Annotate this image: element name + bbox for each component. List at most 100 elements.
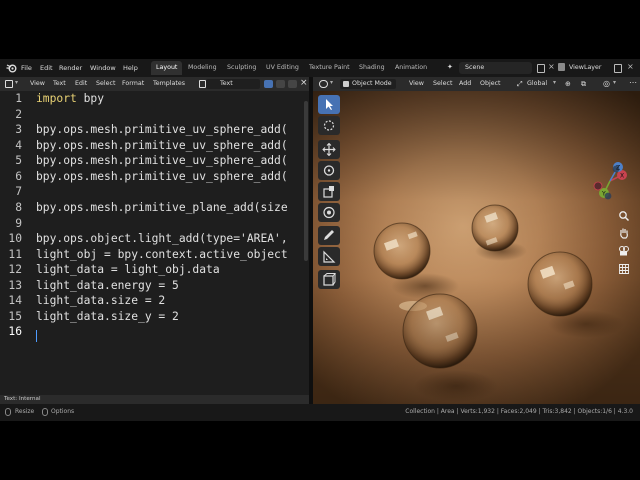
line-number: 3 xyxy=(15,123,22,136)
line-number: 11 xyxy=(8,248,22,261)
code-line[interactable]: light_data.size_y = 2 xyxy=(36,310,179,323)
mode-selector[interactable]: Object Mode xyxy=(340,79,396,89)
3d-viewport[interactable]: X Z Y xyxy=(313,91,640,404)
view-layer-selector[interactable]: ViewLayer xyxy=(567,62,609,74)
snap-icon[interactable]: ⧉ xyxy=(581,80,586,89)
tab-shading[interactable]: Shading xyxy=(354,61,390,75)
vertical-scrollbar[interactable] xyxy=(304,101,308,261)
line-number: 5 xyxy=(15,154,22,167)
pan-hand-icon xyxy=(620,228,628,239)
footer-text-status: Text: Internal xyxy=(4,396,41,402)
menu-file[interactable]: File xyxy=(21,64,32,72)
add-cube-tool-button[interactable] xyxy=(318,270,340,289)
measure-tool-button[interactable] xyxy=(318,247,340,266)
menu-templates[interactable]: Templates xyxy=(153,80,185,87)
viewport-menu-object[interactable]: Object xyxy=(480,80,501,87)
transform-orientation[interactable]: Global xyxy=(527,80,547,87)
text-name-field[interactable]: Text xyxy=(206,79,260,89)
blender-logo-icon[interactable] xyxy=(6,63,17,73)
new-text-icon[interactable] xyxy=(276,80,285,88)
menu-text-edit[interactable]: Edit xyxy=(75,80,87,87)
annotate-tool-button[interactable] xyxy=(318,226,340,245)
viewport-editor-chevron-icon[interactable]: ▾ xyxy=(330,79,333,86)
tab-modeling[interactable]: Modeling xyxy=(183,61,222,75)
code-text: light_data.size_y = 2 xyxy=(36,310,179,323)
code-line[interactable]: bpy.ops.object.light_add(type='AREA', xyxy=(36,232,288,245)
menu-window[interactable]: Window xyxy=(90,64,116,72)
mode-label: Object Mode xyxy=(352,80,392,87)
scene-selector[interactable]: Scene xyxy=(459,62,532,74)
code-line[interactable]: light_obj = bpy.context.active_object xyxy=(36,248,288,261)
viewport-menu-select[interactable]: Select xyxy=(433,80,452,87)
viewport-menu-add[interactable]: Add xyxy=(459,80,471,87)
code-line[interactable]: light_data.size = 2 xyxy=(36,294,165,307)
unlink-close-icon[interactable]: × xyxy=(300,78,308,88)
scene-copy-icon[interactable] xyxy=(537,64,545,73)
menu-format[interactable]: Format xyxy=(122,80,144,87)
menu-edit[interactable]: Edit xyxy=(40,64,53,72)
tab-texture-paint[interactable]: Texture Paint xyxy=(304,61,355,75)
menu-text[interactable]: Text xyxy=(53,80,66,87)
3d-cursor-icon xyxy=(323,120,335,131)
scene-close-icon[interactable]: × xyxy=(548,62,555,71)
pivot-icon[interactable]: ⊕ xyxy=(565,80,571,88)
code-text: bpy.ops.mesh.primitive_uv_sphere_add( xyxy=(36,154,288,167)
line-number: 6 xyxy=(15,170,22,183)
menu-select[interactable]: Select xyxy=(96,80,115,87)
open-folder-icon[interactable] xyxy=(288,80,297,88)
tab-animation[interactable]: Animation xyxy=(390,61,432,75)
line-number: 10 xyxy=(8,232,22,245)
view-layer-close-icon[interactable]: × xyxy=(627,62,634,71)
code-line[interactable]: bpy.ops.mesh.primitive_plane_add(size xyxy=(36,201,288,214)
transform-tool-button[interactable] xyxy=(318,203,340,222)
code-line[interactable]: light_data.energy = 5 xyxy=(36,279,179,292)
cursor-tool-button[interactable] xyxy=(318,116,340,135)
navigation-gizmo[interactable]: X Z Y xyxy=(588,159,638,209)
code-line[interactable]: bpy.ops.mesh.primitive_uv_sphere_add( xyxy=(36,139,288,152)
viewport-editor-type-icon[interactable] xyxy=(319,80,328,88)
header-overflow-icon[interactable]: ⋯ xyxy=(629,78,637,87)
proportional-chevron-icon[interactable]: ▾ xyxy=(613,79,616,86)
tab-layout[interactable]: Layout xyxy=(151,61,183,75)
proportional-edit-icon[interactable]: ◎ xyxy=(603,79,610,88)
pan-button[interactable] xyxy=(618,224,638,239)
orientation-chevron-icon[interactable]: ▾ xyxy=(553,79,556,86)
view-layer-icon[interactable] xyxy=(558,63,565,71)
text-editor-header: ▾ View Text Edit Select Format Templates… xyxy=(0,77,311,91)
gizmo-z-label: Z xyxy=(616,165,620,172)
menu-help[interactable]: Help xyxy=(123,64,138,72)
camera-icon xyxy=(619,246,629,256)
text-editor-area[interactable]: 1 2 3 4 5 6 7 8 9 10 11 12 13 14 15 16 i… xyxy=(0,91,309,395)
menu-render[interactable]: Render xyxy=(59,64,82,72)
select-tool-button[interactable] xyxy=(318,95,340,114)
viewport-menu-view[interactable]: View xyxy=(409,80,424,87)
code-line[interactable]: bpy.ops.mesh.primitive_uv_sphere_add( xyxy=(36,170,288,183)
zoom-button[interactable] xyxy=(618,207,638,222)
code-line[interactable]: import bpy xyxy=(36,92,104,105)
perspective-toggle-button[interactable] xyxy=(618,260,638,274)
rotate-tool-button[interactable] xyxy=(318,161,340,180)
tab-uv-editing[interactable]: UV Editing xyxy=(261,61,304,75)
text-datablock-icon[interactable] xyxy=(199,80,206,88)
scene-browse-icon[interactable]: ✦ xyxy=(447,63,453,71)
code-keyword: import xyxy=(36,92,77,105)
code-text: bpy.ops.mesh.primitive_uv_sphere_add( xyxy=(36,139,288,152)
orientation-icon[interactable]: ⤢ xyxy=(517,80,523,89)
top-menubar: File Edit Render Window Help Layout Mode… xyxy=(0,59,640,77)
move-tool-button[interactable] xyxy=(318,140,340,159)
fake-user-shield-icon[interactable] xyxy=(264,80,273,88)
line-number: 9 xyxy=(15,217,22,230)
editor-type-icon[interactable] xyxy=(5,80,13,88)
camera-view-button[interactable] xyxy=(618,242,638,256)
line-number: 8 xyxy=(15,201,22,214)
scale-tool-button[interactable] xyxy=(318,182,340,201)
gizmo-neg-x-axis[interactable] xyxy=(593,181,603,191)
view-layer-copy-icon[interactable] xyxy=(614,64,622,73)
editor-type-chevron-icon[interactable]: ▾ xyxy=(15,79,18,86)
blender-window: File Edit Render Window Help Layout Mode… xyxy=(0,59,640,421)
code-line[interactable]: bpy.ops.mesh.primitive_uv_sphere_add( xyxy=(36,154,288,167)
code-line[interactable]: light_data = light_obj.data xyxy=(36,263,220,276)
menu-view[interactable]: View xyxy=(30,80,45,87)
code-line[interactable]: bpy.ops.mesh.primitive_uv_sphere_add( xyxy=(36,123,288,136)
tab-sculpting[interactable]: Sculpting xyxy=(222,61,261,75)
